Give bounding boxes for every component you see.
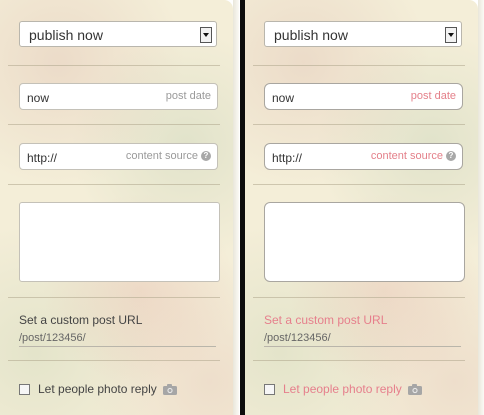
photo-reply-checkbox[interactable] <box>19 383 30 395</box>
content-source-field[interactable]: http:// content source ? <box>19 143 218 170</box>
camera-icon <box>407 383 422 395</box>
chevron-down-icon[interactable] <box>200 27 212 43</box>
caption-textarea[interactable] <box>19 202 220 282</box>
divider <box>8 124 220 125</box>
help-icon[interactable]: ? <box>446 151 456 161</box>
post-options-panel-default: publish now now post date http:// conten… <box>0 0 233 415</box>
post-date-field[interactable]: now post date <box>264 83 463 110</box>
content-source-hint: content source ? <box>126 150 211 162</box>
post-date-hint-text: post date <box>410 90 456 102</box>
post-date-hint: post date <box>166 90 211 102</box>
divider <box>253 297 465 298</box>
divider <box>253 184 465 185</box>
photo-reply-label: Let people photo reply <box>283 382 402 396</box>
post-options-panel-highlighted: publish now now post date http:// conten… <box>245 0 478 415</box>
panel-edge <box>233 0 239 415</box>
custom-url-slug[interactable]: /post/123456/ <box>19 332 216 347</box>
divider <box>8 297 220 298</box>
custom-url-slug-text: /post/123456/ <box>264 332 331 344</box>
content-source-value: http:// <box>27 151 58 165</box>
photo-reply-checkbox[interactable] <box>264 383 275 395</box>
custom-url-slug-text: /post/123456/ <box>19 332 86 344</box>
custom-url-slug[interactable]: /post/123456/ <box>264 332 461 347</box>
content-source-hint: content source ? <box>371 150 456 162</box>
custom-url-label[interactable]: Set a custom post URL <box>264 313 387 327</box>
post-date-hint: post date <box>411 90 456 102</box>
divider <box>253 360 465 361</box>
photo-reply-option[interactable]: Let people photo reply <box>19 382 177 396</box>
chevron-down-icon[interactable] <box>445 27 457 43</box>
content-source-value: http:// <box>272 151 303 165</box>
panel-edge <box>478 0 484 415</box>
publish-select[interactable]: publish now <box>264 21 462 47</box>
divider <box>8 184 220 185</box>
divider <box>253 65 465 66</box>
help-icon[interactable]: ? <box>201 151 211 161</box>
custom-url-label[interactable]: Set a custom post URL <box>19 313 142 327</box>
divider <box>8 65 220 66</box>
divider <box>8 360 220 361</box>
publish-select-value: publish now <box>29 27 103 43</box>
divider <box>253 124 465 125</box>
post-date-field[interactable]: now post date <box>19 83 218 110</box>
photo-reply-option[interactable]: Let people photo reply <box>264 382 422 396</box>
publish-select-value: publish now <box>274 27 348 43</box>
content-source-field[interactable]: http:// content source ? <box>264 143 463 170</box>
content-source-hint-text: content source <box>125 150 198 162</box>
photo-reply-label: Let people photo reply <box>38 382 157 396</box>
content-source-hint-text: content source <box>370 150 443 162</box>
post-date-hint-text: post date <box>165 90 211 102</box>
caption-textarea[interactable] <box>264 202 465 282</box>
post-date-value: now <box>27 91 50 105</box>
camera-icon <box>162 383 177 395</box>
publish-select[interactable]: publish now <box>19 21 217 47</box>
post-date-value: now <box>272 91 295 105</box>
